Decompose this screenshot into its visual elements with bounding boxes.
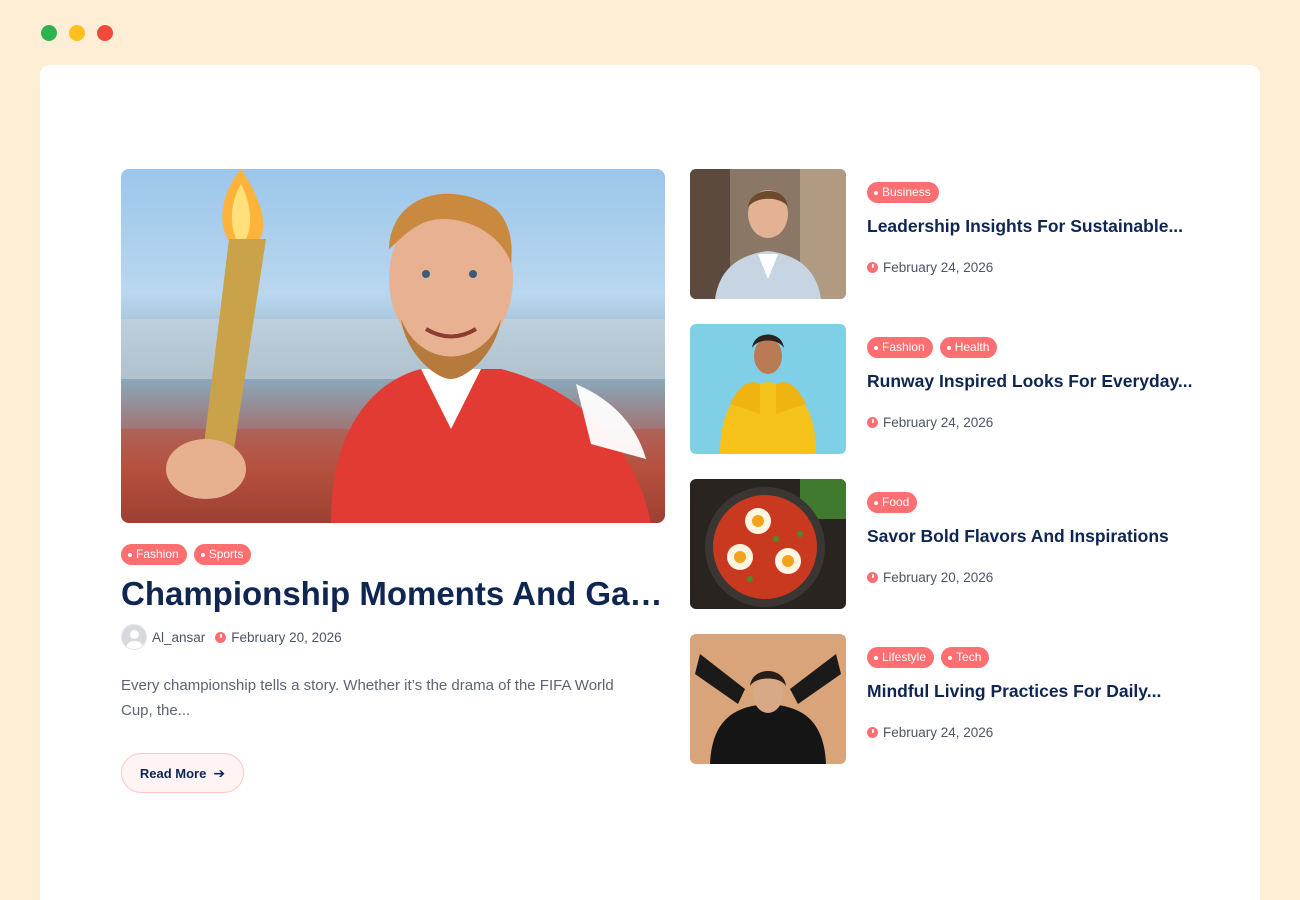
tag-business[interactable]: Business (867, 182, 939, 203)
post-date: February 24, 2026 (867, 415, 1207, 430)
clock-icon (867, 262, 878, 273)
post-date-text: February 24, 2026 (883, 725, 994, 740)
post-tags: Food (867, 492, 1207, 513)
clock-icon (867, 417, 878, 428)
shakshuka-photo (690, 479, 846, 609)
post-body: Food Savor Bold Flavors And Inspirations… (867, 492, 1207, 585)
tag-fashion[interactable]: Fashion (121, 544, 187, 565)
post-tags: Fashion Health (867, 337, 1207, 358)
featured-excerpt: Every championship tells a story. Whethe… (121, 677, 614, 719)
post-tags: Lifestyle Tech (867, 647, 1207, 668)
tag-lifestyle[interactable]: Lifestyle (867, 647, 935, 668)
yellow-hoodie-photo (690, 324, 846, 454)
post-date: February 24, 2026 (867, 260, 1207, 275)
post-title[interactable]: Leadership Insights For Sustainable... (867, 214, 1207, 238)
clock-icon (867, 727, 878, 738)
featured-meta: Al_ansar February 20, 2026 (121, 624, 665, 650)
tag-fashion[interactable]: Fashion (867, 337, 933, 358)
torch-bearer-illustration (121, 169, 665, 523)
list-item: Fashion Health Runway Inspired Looks For… (690, 324, 1210, 479)
list-item: Food Savor Bold Flavors And Inspirations… (690, 479, 1210, 634)
post-date-text: February 24, 2026 (883, 415, 994, 430)
window-controls (41, 25, 113, 41)
businessman-photo (690, 169, 846, 299)
tag-food[interactable]: Food (867, 492, 918, 513)
post-tags: Business (867, 182, 1207, 203)
featured-tags: Fashion Sports (121, 544, 665, 565)
post-title[interactable]: Runway Inspired Looks For Everyday... (867, 369, 1207, 393)
tag-health[interactable]: Health (939, 337, 998, 358)
clock-icon (867, 572, 878, 583)
read-more-button[interactable]: Read More ➔ (121, 753, 244, 793)
window-close-dot[interactable] (97, 25, 113, 41)
post-thumbnail[interactable] (690, 634, 846, 764)
post-date: February 20, 2026 (867, 570, 1207, 585)
post-body: Business Leadership Insights For Sustain… (867, 182, 1207, 275)
post-date-text: February 20, 2026 (883, 570, 994, 585)
post-list: Business Leadership Insights For Sustain… (690, 169, 1210, 789)
author-avatar[interactable] (121, 624, 147, 650)
woman-black-outfit-photo (690, 634, 846, 764)
window-maximize-dot[interactable] (41, 25, 57, 41)
tag-sports[interactable]: Sports (193, 544, 252, 565)
read-more-label: Read More (139, 765, 207, 781)
list-item: Business Leadership Insights For Sustain… (690, 169, 1210, 324)
post-body: Fashion Health Runway Inspired Looks For… (867, 337, 1207, 430)
tag-tech[interactable]: Tech (941, 647, 990, 668)
window-minimize-dot[interactable] (69, 25, 85, 41)
arrow-right-icon: ➔ (213, 764, 226, 781)
post-date-text: February 24, 2026 (883, 260, 994, 275)
featured-image[interactable] (121, 169, 665, 523)
post-title[interactable]: Savor Bold Flavors And Inspirations (867, 524, 1207, 548)
clock-icon (215, 631, 227, 643)
featured-post: Fashion Sports Championship Moments And … (121, 169, 665, 793)
post-title[interactable]: Mindful Living Practices For Daily... (867, 679, 1207, 703)
featured-date: February 20, 2026 (231, 629, 342, 645)
post-body: Lifestyle Tech Mindful Living Practices … (867, 647, 1207, 740)
post-date: February 24, 2026 (867, 725, 1207, 740)
post-thumbnail[interactable] (690, 324, 846, 454)
content-frame: Fashion Sports Championship Moments And … (40, 65, 1260, 900)
author-name[interactable]: Al_ansar (152, 630, 205, 645)
post-thumbnail[interactable] (690, 479, 846, 609)
list-item: Lifestyle Tech Mindful Living Practices … (690, 634, 1210, 789)
featured-title[interactable]: Championship Moments And Gam... (121, 574, 665, 614)
post-thumbnail[interactable] (690, 169, 846, 299)
